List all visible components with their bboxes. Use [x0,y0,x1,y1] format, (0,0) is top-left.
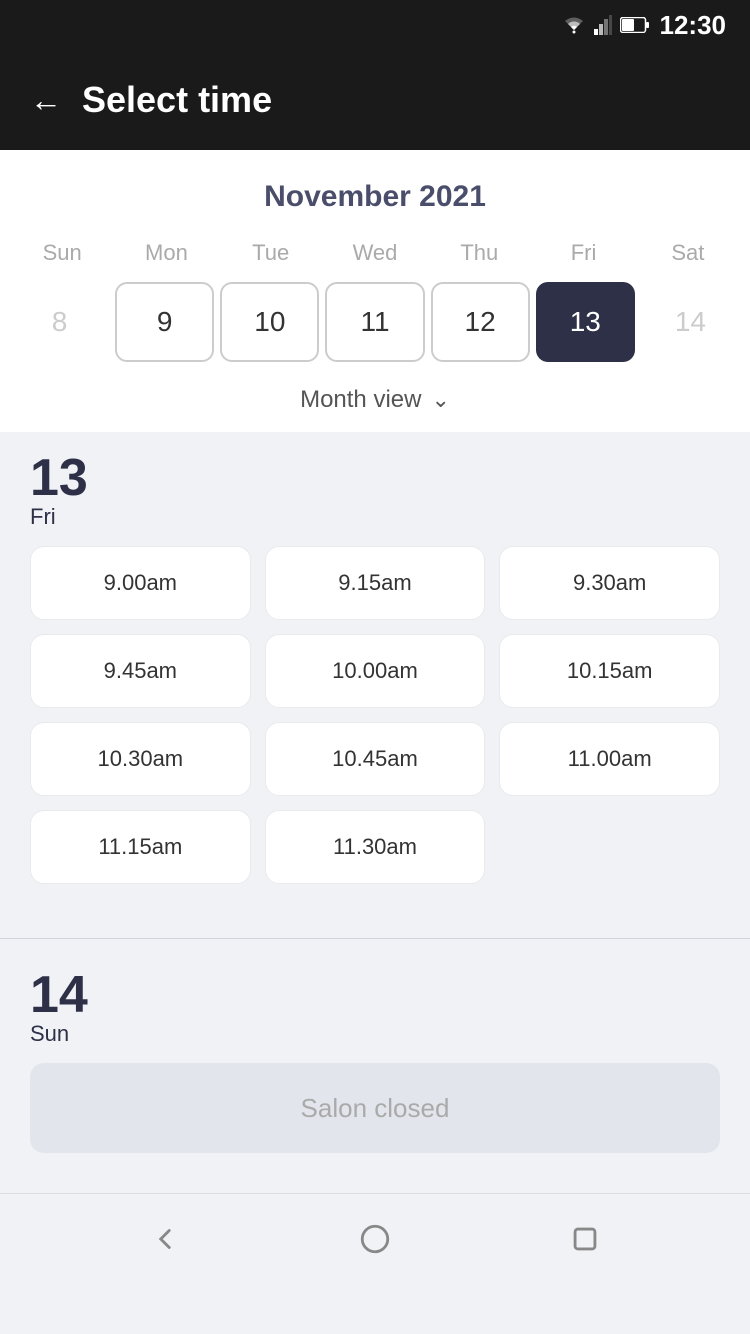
day-name-13: Fri [30,504,56,530]
time-section-13: 13 Fri 9.00am9.15am9.30am9.45am10.00am10… [0,432,750,918]
month-title: November 2021 [0,170,750,234]
status-bar: 12:30 [0,0,750,50]
month-view-toggle[interactable]: Month view ⌄ [0,378,750,432]
day-cell-11[interactable]: 11 [325,282,424,362]
home-nav-icon [358,1222,392,1256]
day-header-14: 14 Sun [30,969,720,1047]
calendar-section: November 2021 Sun Mon Tue Wed Thu Fri Sa… [0,150,750,432]
nav-recents-button[interactable] [563,1217,607,1261]
day-name-14: Sun [30,1021,69,1047]
time-slot[interactable]: 9.45am [30,634,251,708]
day-number-13: 13 [30,452,88,504]
salon-closed-text: Salon closed [301,1093,450,1124]
month-view-label: Month view [300,386,421,414]
battery-icon [620,17,650,33]
closed-section-14: 14 Sun Salon closed [0,959,750,1183]
back-nav-icon [148,1222,182,1256]
weekday-sun: Sun [10,234,114,272]
day-header-13: 13 Fri [30,452,720,530]
time-slot[interactable]: 10.30am [30,722,251,796]
day-cell-10[interactable]: 10 [220,282,319,362]
signal-icon [594,15,612,35]
weekday-fri: Fri [531,234,635,272]
weekday-mon: Mon [114,234,218,272]
time-slot[interactable]: 9.15am [265,546,486,620]
day-number-14: 14 [30,969,88,1021]
salon-closed-box: Salon closed [30,1063,720,1153]
section-divider [0,938,750,939]
day-cell-8[interactable]: 8 [10,282,109,362]
day-cell-13[interactable]: 13 [536,282,635,362]
weekday-header: Sun Mon Tue Wed Thu Fri Sat [0,234,750,272]
time-slot[interactable]: 9.30am [499,546,720,620]
weekday-tue: Tue [219,234,323,272]
weekday-sat: Sat [636,234,740,272]
page-title: Select time [82,79,272,121]
days-row: 8 9 10 11 12 13 14 [0,272,750,378]
weekday-thu: Thu [427,234,531,272]
nav-home-button[interactable] [353,1217,397,1261]
bottom-nav [0,1193,750,1283]
chevron-down-icon: ⌄ [431,387,449,413]
time-slot[interactable]: 11.30am [265,810,486,884]
day-cell-9[interactable]: 9 [115,282,214,362]
day-cell-12[interactable]: 12 [431,282,530,362]
time-slots-grid: 9.00am9.15am9.30am9.45am10.00am10.15am10… [30,546,720,884]
back-button[interactable]: ← [30,82,62,119]
time-slot[interactable]: 10.15am [499,634,720,708]
app-header: ← Select time [0,50,750,150]
time-slot[interactable]: 9.00am [30,546,251,620]
time-slot[interactable]: 11.00am [499,722,720,796]
recents-nav-icon [568,1222,602,1256]
nav-back-button[interactable] [143,1217,187,1261]
time-slot[interactable]: 11.15am [30,810,251,884]
day-cell-14[interactable]: 14 [641,282,740,362]
time-slot[interactable]: 10.00am [265,634,486,708]
status-icons [562,15,650,35]
time-slot[interactable]: 10.45am [265,722,486,796]
weekday-wed: Wed [323,234,427,272]
wifi-icon [562,16,586,34]
status-time: 12:30 [660,10,727,41]
